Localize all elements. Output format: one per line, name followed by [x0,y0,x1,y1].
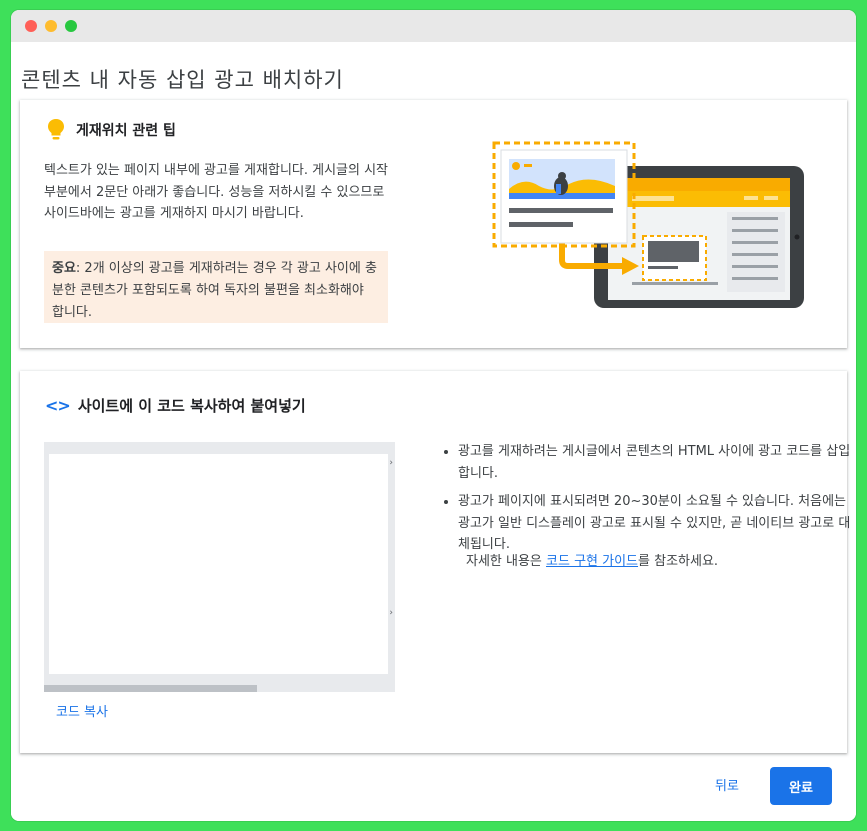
tip-card: 게재위치 관련 팁 텍스트가 있는 페이지 내부에 광고를 게재합니다. 게시글… [20,100,847,348]
horizontal-scrollbar[interactable] [44,685,395,692]
more-info-text: 자세한 내용은 코드 구현 가이드를 참조하세요. [466,550,718,569]
note-label: 중요 [52,261,76,276]
note-text: : 2개 이상의 광고를 게재하려는 경우 각 광고 사이에 충분한 콘텐츠가 … [52,261,377,320]
ad-placement-illustration [492,141,804,308]
scrollbar-thumb[interactable] [44,685,257,692]
list-item: 광고가 페이지에 표시되려면 20~30분이 소요될 수 있습니다. 처음에는 … [458,491,853,556]
code-icon: <> [45,396,71,415]
tip-body: 텍스트가 있는 페이지 내부에 광고를 게재합니다. 게시글의 시작 부분에서 … [44,163,389,221]
copy-code-button[interactable]: 코드 복사 [56,701,108,720]
done-button[interactable]: 완료 [770,767,832,805]
code-guide-link[interactable]: 코드 구현 가이드 [546,554,638,569]
app-window: 콘텐츠 내 자동 삽입 광고 배치하기 게재위치 관련 팁 텍스트가 있는 페이… [11,10,856,821]
window-titlebar [11,10,856,42]
code-snippet-box[interactable]: › › [44,442,395,692]
tip-header: 게재위치 관련 팁 [46,118,176,142]
back-button[interactable]: 뒤로 [702,774,752,798]
instruction-list: 광고를 게재하려는 게시글에서 콘텐츠의 HTML 사이에 광고 코드를 삽입합… [440,441,853,563]
page-title: 콘텐츠 내 자동 삽입 광고 배치하기 [21,68,344,92]
dialog-content: 콘텐츠 내 자동 삽입 광고 배치하기 게재위치 관련 팁 텍스트가 있는 페이… [11,42,856,821]
code-section-title: 사이트에 이 코드 복사하여 붙여넣기 [77,397,306,415]
list-item: 광고를 게재하려는 게시글에서 콘텐츠의 HTML 사이에 광고 코드를 삽입합… [458,441,853,484]
code-card: <> 사이트에 이 코드 복사하여 붙여넣기 › › 코드 복사 광고를 게재하… [20,371,850,753]
minimize-window-button[interactable] [45,20,57,32]
close-window-button[interactable] [25,20,37,32]
maximize-window-button[interactable] [65,20,77,32]
more-info-prefix: 자세한 내용은 [466,554,547,569]
lightbulb-icon [48,119,64,140]
scroll-edge-indicator: › [389,608,393,618]
scroll-edge-indicator: › [389,458,393,468]
tip-title: 게재위치 관련 팁 [76,123,176,139]
important-note: 중요: 2개 이상의 광고를 게재하려는 경우 각 광고 사이에 충분한 콘텐츠… [44,251,388,323]
more-info-suffix: 를 참조하세요. [638,554,719,569]
code-snippet-area[interactable] [49,454,388,674]
code-header: <> 사이트에 이 코드 복사하여 붙여넣기 [45,395,306,416]
